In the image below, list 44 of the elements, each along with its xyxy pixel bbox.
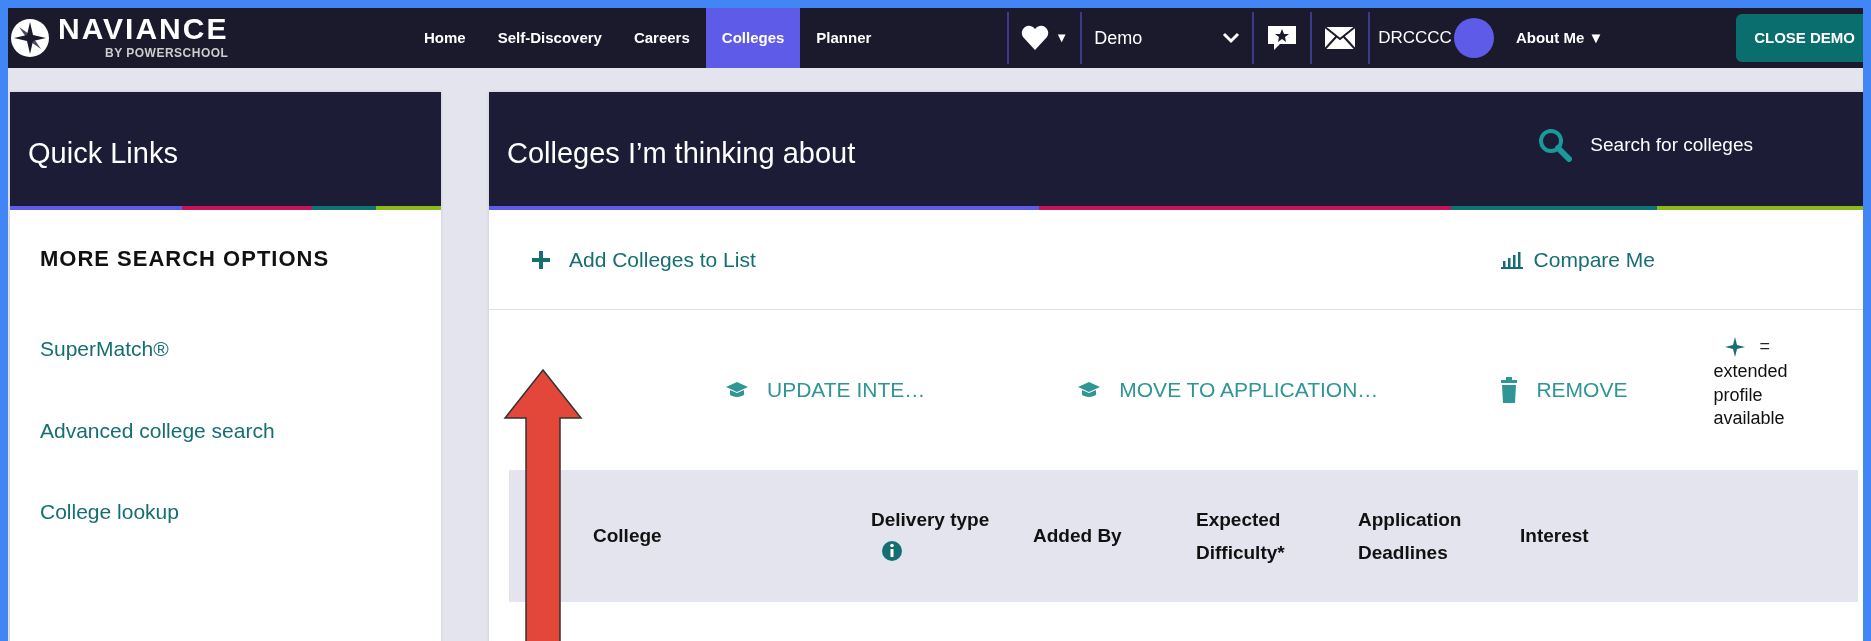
plus-icon [531,249,551,270]
trash-icon [1500,377,1519,403]
action-button[interactable]: UPDATE INTE… [719,373,932,407]
sidebar-link[interactable]: College lookup [40,496,179,528]
action-button[interactable]: MOVE TO APPLICATION… [1071,373,1385,407]
action-button[interactable]: REMOVE [1494,373,1634,407]
panel-title: Quick Links [27,136,178,172]
add-colleges-link[interactable]: Add Colleges to List [531,243,756,276]
nav-tab[interactable]: Home [408,8,482,68]
compare-me-link[interactable]: Compare Me [1499,243,1655,276]
column-header: Added By [1033,524,1123,549]
chevron-icon [1222,32,1241,44]
user-avatar[interactable] [1453,18,1494,58]
column-header: Interest [1520,524,1590,549]
logo-text: NAVIANCE [58,14,229,44]
heart-icon [1021,25,1050,51]
search-icon [1538,128,1573,162]
nav-tab[interactable]: Self-Discovery [481,8,618,68]
nav-tab[interactable]: Colleges [705,8,801,68]
nav-tab[interactable]: Planner [800,8,888,68]
equals-sign: = [1759,335,1770,359]
graduation-cap-icon [1077,380,1102,400]
graduation-cap-icon [725,380,749,400]
column-header: Application Deadlines [1358,507,1463,565]
favorites-button[interactable]: ▼ [1009,8,1081,68]
sidebar-link[interactable]: SuperMatch® [40,333,169,365]
panel-title: Colleges I’m thinking about [506,136,856,172]
section-heading: MORE SEARCH OPTIONS [40,245,331,273]
envelope-icon [1324,26,1357,50]
nav-tab[interactable]: Careers [617,8,706,68]
about-me-menu[interactable]: About Me ▼ [1501,8,1620,68]
column-header: Expected Difficulty* [1196,507,1286,565]
bar-chart-icon [1499,250,1524,269]
user-initials: DRCCCC [1378,27,1452,49]
account-dropdown[interactable]: Demo [1082,8,1253,68]
column-header: Delivery type [871,508,990,530]
logo-tagline: BY POWERSCHOOL [104,45,229,62]
star-icon [1725,336,1746,357]
column-header: College [592,524,663,549]
close-demo-button[interactable]: CLOSE DEMO [1736,14,1863,62]
search-link[interactable]: Search for colleges [1538,128,1753,162]
sidebar-link[interactable]: Advanced college search [40,414,275,446]
legend-text: extended profile available [1713,360,1789,431]
speech-bubble-icon [1266,24,1299,52]
